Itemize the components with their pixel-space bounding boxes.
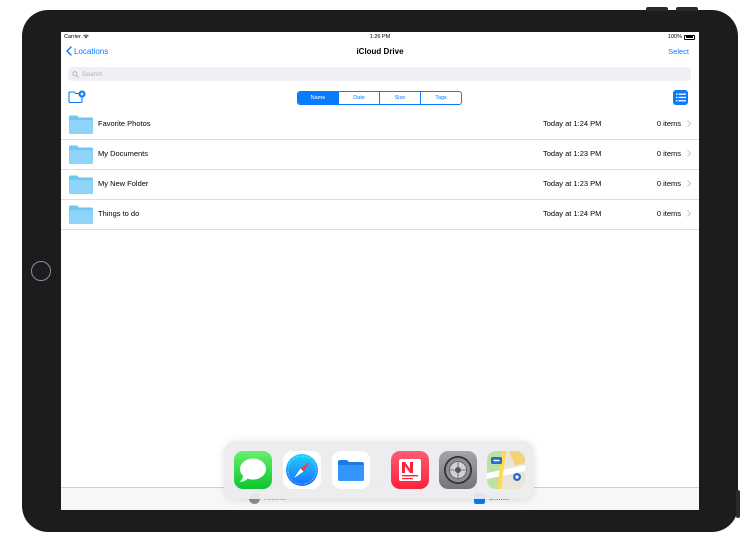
sort-option-name[interactable]: Name	[298, 92, 338, 104]
new-folder-button[interactable]	[68, 90, 86, 109]
file-name: Favorite Photos	[98, 119, 151, 128]
file-name: My New Folder	[98, 179, 149, 188]
search-icon	[72, 70, 79, 78]
messages-app-icon[interactable]	[234, 451, 272, 489]
page-title: iCloud Drive	[356, 47, 404, 56]
list-icon	[675, 93, 686, 102]
file-name: My Documents	[98, 149, 149, 158]
chevron-right-icon	[687, 150, 691, 157]
sort-option-tags[interactable]: Tags	[420, 92, 461, 104]
settings-app-icon[interactable]	[439, 451, 477, 489]
file-date: Today at 1:23 PM	[543, 149, 602, 158]
file-row[interactable]: Things to do Today at 1:24 PM 0 items	[61, 200, 699, 230]
file-item-count: 0 items	[656, 149, 681, 158]
search-bar[interactable]	[68, 67, 691, 81]
news-app-icon[interactable]	[391, 451, 429, 489]
file-item-count: 0 items	[656, 209, 681, 218]
file-item-count: 0 items	[656, 119, 681, 128]
dock	[224, 441, 534, 499]
battery-percent: 100%	[667, 34, 682, 40]
file-row[interactable]: My Documents Today at 1:23 PM 0 items	[61, 140, 699, 170]
folder-icon	[69, 115, 93, 134]
folder-icon	[69, 175, 93, 194]
chevron-right-icon	[687, 210, 691, 217]
sort-option-size[interactable]: Size	[379, 92, 420, 104]
battery-icon	[684, 34, 695, 40]
file-item-count: 0 items	[656, 179, 681, 188]
file-date: Today at 1:23 PM	[543, 179, 602, 188]
screen: Carrier 1:26 PM 100% Locations iCloud Dr…	[61, 32, 699, 510]
safari-app-icon[interactable]	[283, 451, 321, 489]
sort-option-date[interactable]: Date	[338, 92, 379, 104]
file-date: Today at 1:24 PM	[543, 209, 602, 218]
file-row[interactable]: My New Folder Today at 1:23 PM 0 items	[61, 170, 699, 200]
navigation-bar: Locations iCloud Drive Select	[61, 42, 699, 64]
power-button	[676, 7, 698, 11]
file-row[interactable]: Favorite Photos Today at 1:24 PM 0 items	[61, 110, 699, 140]
list-view-button[interactable]	[673, 90, 688, 105]
side-button	[736, 490, 740, 518]
chevron-right-icon	[687, 180, 691, 187]
status-bar: Carrier 1:26 PM 100%	[61, 32, 699, 42]
battery-indicator: 100%	[668, 34, 695, 40]
home-button[interactable]	[31, 261, 51, 281]
status-time: 1:26 PM	[369, 34, 391, 40]
file-date: Today at 1:24 PM	[543, 119, 602, 128]
folder-badge-plus-icon	[68, 90, 86, 104]
files-app-icon[interactable]	[332, 451, 370, 489]
sort-segmented-control: Name Date Size Tags	[297, 91, 462, 105]
folder-icon	[69, 205, 93, 224]
chevron-right-icon	[687, 120, 691, 127]
volume-button	[646, 7, 668, 11]
folder-icon	[69, 145, 93, 164]
select-button[interactable]: Select	[668, 47, 689, 56]
search-input[interactable]	[82, 70, 691, 78]
file-name: Things to do	[98, 209, 140, 218]
browser-toolbar: Name Date Size Tags	[61, 87, 699, 107]
file-list: Favorite Photos Today at 1:24 PM 0 items…	[61, 110, 699, 230]
maps-app-icon[interactable]	[487, 451, 525, 489]
